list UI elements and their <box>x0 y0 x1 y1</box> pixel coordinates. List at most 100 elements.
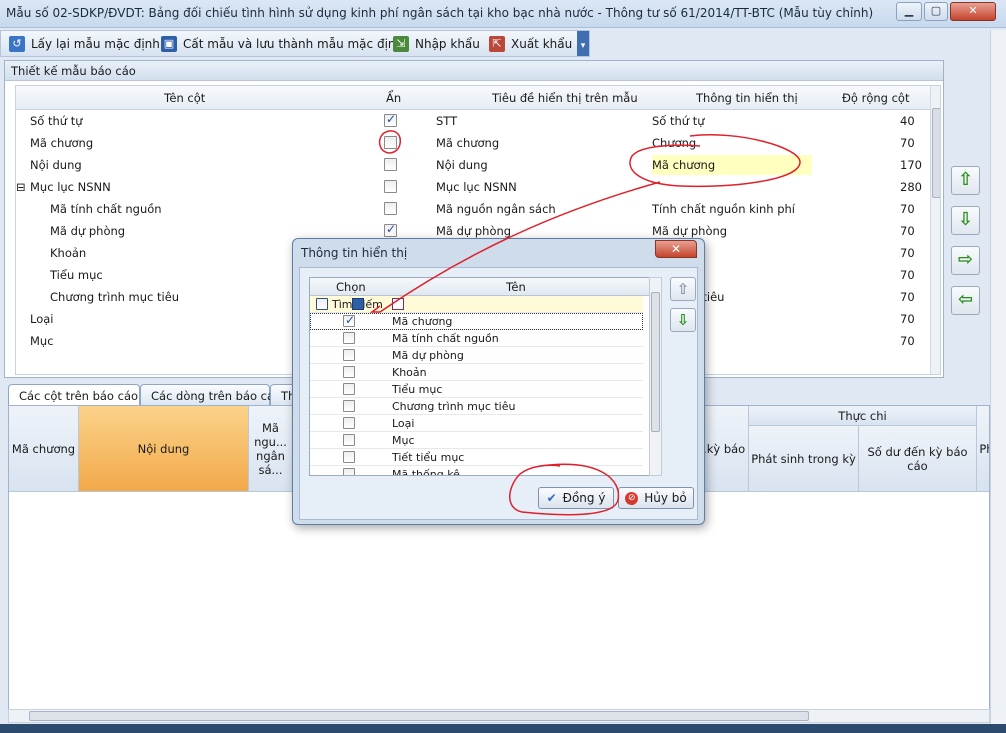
dialog-list-item[interactable]: Mã chương <box>310 313 643 330</box>
row-width[interactable]: 70 <box>900 268 915 282</box>
dialog-list-item[interactable]: Mã thống kê <box>310 466 643 475</box>
row-caption[interactable]: Mã chương <box>436 136 499 150</box>
report-horizontal-scrollbar[interactable] <box>8 709 990 723</box>
reset-icon: ↺ <box>9 36 25 52</box>
hidden-checkbox[interactable] <box>384 112 397 127</box>
scrollbar-thumb[interactable] <box>651 292 660 432</box>
import-button[interactable]: ⇲ Nhập khẩu <box>393 35 480 53</box>
header-col-name: Tên cột <box>164 91 206 105</box>
move-down-button[interactable]: ⇩ <box>951 206 980 235</box>
row-width[interactable]: 70 <box>900 224 915 238</box>
row-width[interactable]: 70 <box>900 312 915 326</box>
header-select: Chọn <box>336 280 366 294</box>
select-checkbox[interactable] <box>343 468 355 475</box>
row-info[interactable]: Số thứ tự <box>652 114 705 128</box>
collapse-icon[interactable]: ⊟ <box>16 180 26 194</box>
hidden-checkbox[interactable] <box>384 158 397 171</box>
row-col-name: Loại <box>30 312 54 326</box>
row-width[interactable]: 70 <box>900 136 915 150</box>
report-col-chapter[interactable]: Mã chương <box>9 406 79 492</box>
report-col-more[interactable]: Ph <box>977 406 989 492</box>
save-default-button[interactable]: ▣ Cất mẫu và lưu thành mẫu mặc định <box>161 35 403 53</box>
row-width[interactable]: 70 <box>900 290 915 304</box>
row-col-name: Mục <box>30 334 54 348</box>
row-width[interactable]: 70 <box>900 334 915 348</box>
report-col-content[interactable]: Nội dung <box>79 406 249 492</box>
row-caption[interactable]: Mã nguồn ngân sách <box>436 202 556 216</box>
tab-report-columns[interactable]: Các cột trên báo cáo <box>8 384 140 406</box>
row-width[interactable]: 40 <box>900 114 915 128</box>
dialog-list-item[interactable]: Tiểu mục <box>310 381 643 398</box>
select-checkbox[interactable] <box>343 349 355 361</box>
hidden-checkbox[interactable] <box>384 202 397 215</box>
scrollbar-thumb[interactable] <box>932 108 940 198</box>
design-row[interactable]: Nội dung Nội dung Mã chương 170 <box>16 154 932 176</box>
scrollbar-thumb[interactable] <box>29 711 809 721</box>
hidden-checkbox[interactable] <box>384 136 397 149</box>
filter-icon[interactable] <box>392 298 404 310</box>
row-info[interactable]: Tính chất nguồn kinh phí <box>652 202 795 216</box>
row-info[interactable]: Mã dự phòng <box>652 224 727 238</box>
select-checkbox[interactable] <box>343 400 355 412</box>
design-row[interactable]: Mã chương Mã chương Chương 70 <box>16 132 932 154</box>
cancel-button[interactable]: ⊘ Hủy bỏ <box>618 487 694 509</box>
row-caption[interactable]: Mục lục NSNN <box>436 180 517 194</box>
select-checkbox[interactable] <box>343 313 355 327</box>
tab-label: Các dòng trên báo cáo <box>151 389 282 403</box>
report-group-actual-spending[interactable]: Thực chi <box>749 406 977 426</box>
dialog-move-down-button[interactable]: ⇩ <box>670 308 696 332</box>
hidden-checkbox[interactable] <box>384 222 397 237</box>
tab-report-rows[interactable]: Các dòng trên báo cáo <box>140 384 281 406</box>
select-checkbox[interactable] <box>343 332 355 344</box>
design-row[interactable]: Mã tính chất nguồn Mã nguồn ngân sách Tính… <box>16 198 932 220</box>
dialog-list-item[interactable]: Mục <box>310 432 643 449</box>
row-width[interactable]: 280 <box>900 180 922 194</box>
dialog-list-item[interactable]: Loại <box>310 415 643 432</box>
report-col-source[interactable]: Mã ngu... ngân sá... <box>249 406 293 492</box>
row-info[interactable]: Mã chương <box>652 155 812 175</box>
design-row[interactable]: ⊟ Mục lục NSNN Mục lục NSNN 280 <box>16 176 932 198</box>
reset-template-button[interactable]: ↺ Lấy lại mẫu mặc định <box>9 35 160 53</box>
dialog-list-item[interactable]: Chương trình mục tiêu <box>310 398 643 415</box>
row-caption[interactable]: Nội dung <box>436 158 488 172</box>
dialog-list-item[interactable]: Tiết tiểu mục <box>310 449 643 466</box>
select-checkbox[interactable] <box>343 366 355 378</box>
move-right-button[interactable]: ⇨ <box>951 246 980 275</box>
dialog-item-name: Tiết tiểu mục <box>392 451 465 464</box>
dialog-list-item[interactable]: Khoản <box>310 364 643 381</box>
dialog-move-up-button[interactable]: ⇧ <box>670 277 696 301</box>
row-info[interactable]: Chương <box>652 136 696 150</box>
row-width[interactable]: 170 <box>900 158 922 172</box>
move-left-button[interactable]: ⇦ <box>951 286 980 315</box>
export-button[interactable]: ⇱ Xuất khẩu <box>489 35 572 53</box>
row-caption[interactable]: STT <box>436 114 457 128</box>
report-group-label: Thực chi <box>838 408 887 423</box>
design-grid-scrollbar[interactable] <box>930 86 940 374</box>
select-checkbox[interactable] <box>343 451 355 463</box>
dialog-close-button[interactable]: ✕ <box>655 240 697 258</box>
search-icon[interactable] <box>352 298 364 310</box>
select-checkbox[interactable] <box>343 434 355 446</box>
select-checkbox[interactable] <box>343 417 355 429</box>
row-width[interactable]: 70 <box>900 202 915 216</box>
maximize-button[interactable]: ▢ <box>924 2 948 21</box>
row-caption[interactable]: Mã dự phòng <box>436 224 511 238</box>
design-row[interactable]: Số thứ tự STT Số thứ tự 40 <box>16 110 932 132</box>
hidden-checkbox[interactable] <box>384 180 397 193</box>
select-all-checkbox[interactable] <box>316 298 328 310</box>
close-button[interactable]: ✕ <box>950 2 996 21</box>
cancel-label: Hủy bỏ <box>644 491 687 505</box>
select-checkbox[interactable] <box>343 383 355 395</box>
search-row[interactable]: Tìm kiếm <box>310 296 643 313</box>
row-col-name: Mã dự phòng <box>50 224 126 238</box>
row-width[interactable]: 70 <box>900 246 915 260</box>
dialog-list-item[interactable]: Mã dự phòng <box>310 347 643 364</box>
toolbar-overflow-button[interactable]: ▾ <box>577 31 589 56</box>
ok-button[interactable]: ✔ Đồng ý <box>538 487 614 509</box>
minimize-button[interactable]: ▁ <box>896 2 922 21</box>
dialog-list-item[interactable]: Mã tính chất nguồn <box>310 330 643 347</box>
dialog-grid-scrollbar[interactable] <box>649 277 662 476</box>
report-col-balance[interactable]: Số dư đến kỳ báo cáo <box>859 426 977 492</box>
report-col-arising[interactable]: Phát sinh trong kỳ <box>749 426 859 492</box>
move-up-button[interactable]: ⇧ <box>951 166 980 195</box>
